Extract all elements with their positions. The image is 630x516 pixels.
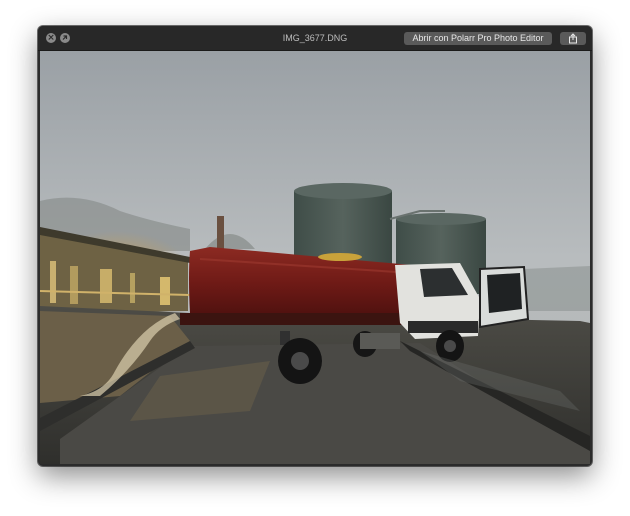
close-icon[interactable]: × [46, 33, 56, 43]
photo-preview [40, 51, 590, 464]
fullscreen-icon[interactable] [60, 33, 70, 43]
open-with-button[interactable]: Abrir con Polarr Pro Photo Editor [404, 32, 552, 45]
title-bar[interactable]: × IMG_3677.DNG Abrir con Polarr Pro Phot… [38, 26, 592, 51]
photo-image [40, 51, 590, 464]
share-button[interactable] [560, 32, 586, 45]
share-icon [569, 33, 577, 44]
quicklook-window: × IMG_3677.DNG Abrir con Polarr Pro Phot… [38, 26, 592, 466]
